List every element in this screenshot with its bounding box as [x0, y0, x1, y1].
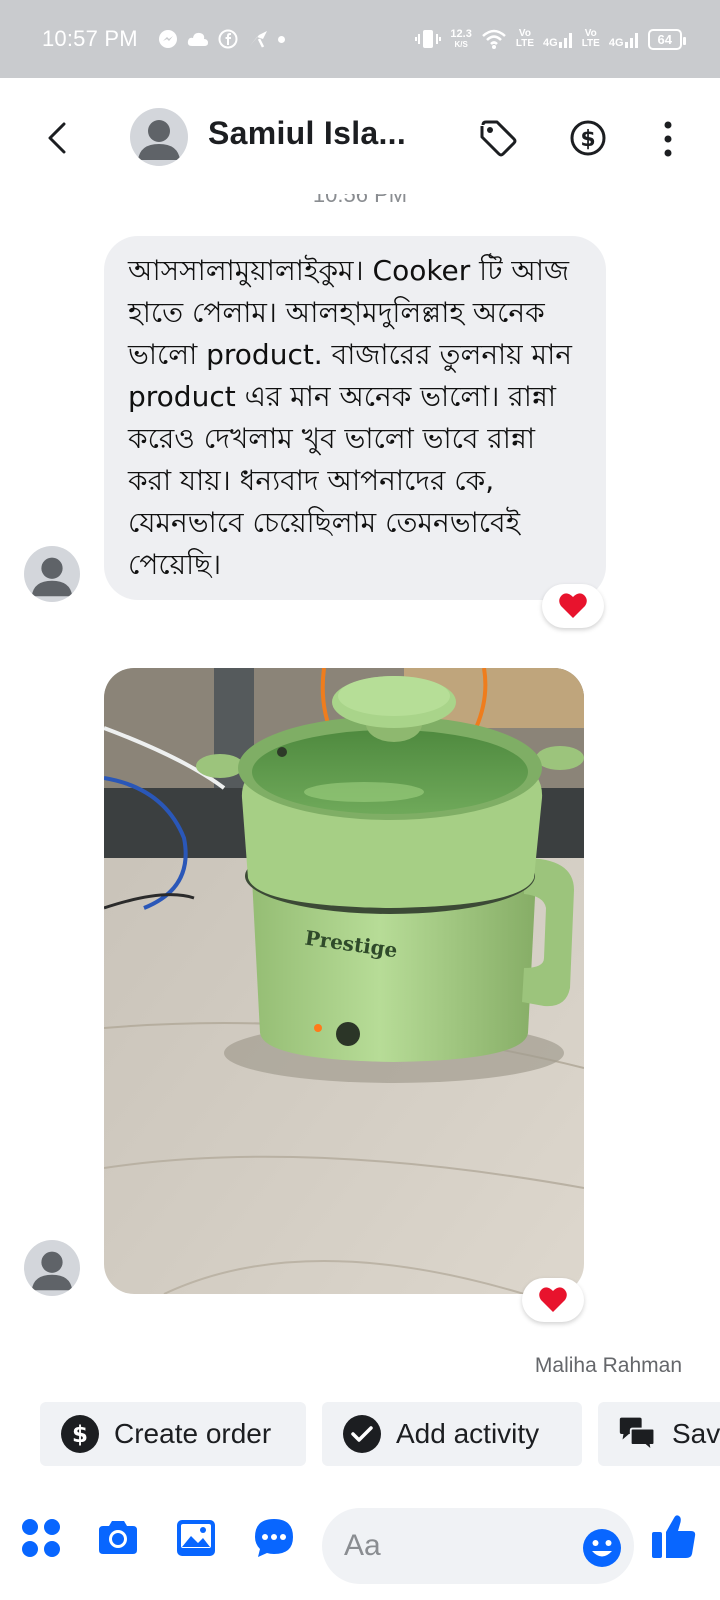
message-timestamp: 10:56 PM [312, 194, 408, 207]
message-input-container[interactable] [322, 1508, 634, 1584]
create-order-button[interactable]: $ Create order [40, 1402, 306, 1466]
facebook-notification-icon [218, 29, 238, 49]
more-options-icon[interactable] [660, 120, 676, 158]
thumbs-up-icon[interactable] [650, 1512, 698, 1562]
vibrate-icon [415, 30, 442, 48]
seen-by-name: Maliha Rahman [534, 1354, 682, 1377]
menu-grid-icon[interactable] [20, 1516, 64, 1560]
electric-cooker-image: Prestige [104, 668, 584, 1294]
status-time: 10:57 PM [42, 26, 138, 51]
message-reaction[interactable] [542, 584, 604, 628]
heart-reaction-icon [539, 1287, 567, 1312]
sim2-net-type: 4G [608, 37, 624, 49]
contact-avatar[interactable] [130, 108, 188, 166]
messenger-notification-icon [158, 30, 177, 48]
svg-text:$: $ [72, 1422, 88, 1448]
saved-replies-label: Saved replies [672, 1418, 720, 1449]
battery-indicator: 64 [647, 28, 687, 50]
contact-name[interactable]: Samiul Isla... [208, 115, 406, 152]
cloud-icon [187, 32, 208, 46]
add-activity-label: Add activity [396, 1418, 540, 1449]
gallery-icon[interactable] [174, 1516, 218, 1560]
heart-reaction-icon [559, 593, 587, 618]
camera-icon[interactable] [96, 1516, 140, 1560]
quick-actions-bar: $ Create order Add activity Saved replie… [0, 1400, 720, 1476]
create-order-label: Create order [114, 1418, 272, 1449]
network-speed: 12.3 K/S [450, 27, 472, 50]
sim1-net-type: 4G [543, 37, 558, 49]
sim1-volte: Vo LTE [515, 28, 534, 49]
status-bar: 10:57 PM 12.3 K/S Vo LTE 4G Vo LTE 4G 64 [0, 0, 720, 78]
wifi-icon [482, 29, 506, 49]
more-notifications-dot [277, 35, 285, 43]
emoji-icon[interactable] [582, 1528, 622, 1568]
sender-avatar[interactable] [24, 546, 80, 602]
svg-text:$: $ [580, 127, 595, 152]
sim2-signal: 4G [608, 30, 639, 49]
back-arrow-icon[interactable] [40, 118, 74, 158]
signal-icon [624, 33, 638, 48]
message-thread[interactable]: 10:56 PM আসসালামুয়ালাইকুম। Cooker টি আজ… [0, 194, 720, 1400]
message-input[interactable] [344, 1526, 564, 1566]
sender-avatar[interactable] [24, 1240, 80, 1296]
saved-replies-button[interactable]: Saved replies [598, 1402, 720, 1466]
dollar-circle-icon: $ [61, 1415, 99, 1453]
checkmark-circle-icon [343, 1415, 381, 1453]
message-bubble[interactable]: আসসালামুয়ালাইকুম। Cooker টি আজ হাতে পেল… [104, 236, 606, 600]
chat-header: Samiul Isla... $ [0, 78, 720, 194]
network-speed-value: 12.3 [450, 27, 472, 40]
sim2-volte: Vo LTE [581, 28, 600, 49]
person-silhouette-icon [138, 120, 180, 160]
dollar-icon[interactable]: $ [568, 118, 608, 158]
network-speed-unit: K/S [454, 39, 468, 49]
sim1-signal: 4G [543, 30, 573, 49]
photo-reaction[interactable] [522, 1278, 584, 1322]
person-silhouette-icon [31, 557, 73, 597]
chat-bubble-icon[interactable] [252, 1516, 296, 1560]
add-activity-button[interactable]: Add activity [322, 1402, 582, 1466]
cooker-photo[interactable]: Prestige [104, 668, 584, 1294]
signal-icon [558, 33, 572, 48]
chat-bubbles-icon [619, 1417, 656, 1453]
person-silhouette-icon [31, 1251, 73, 1291]
app-notification-icon [248, 31, 267, 48]
message-composer [0, 1480, 720, 1600]
tag-icon[interactable] [478, 118, 518, 158]
